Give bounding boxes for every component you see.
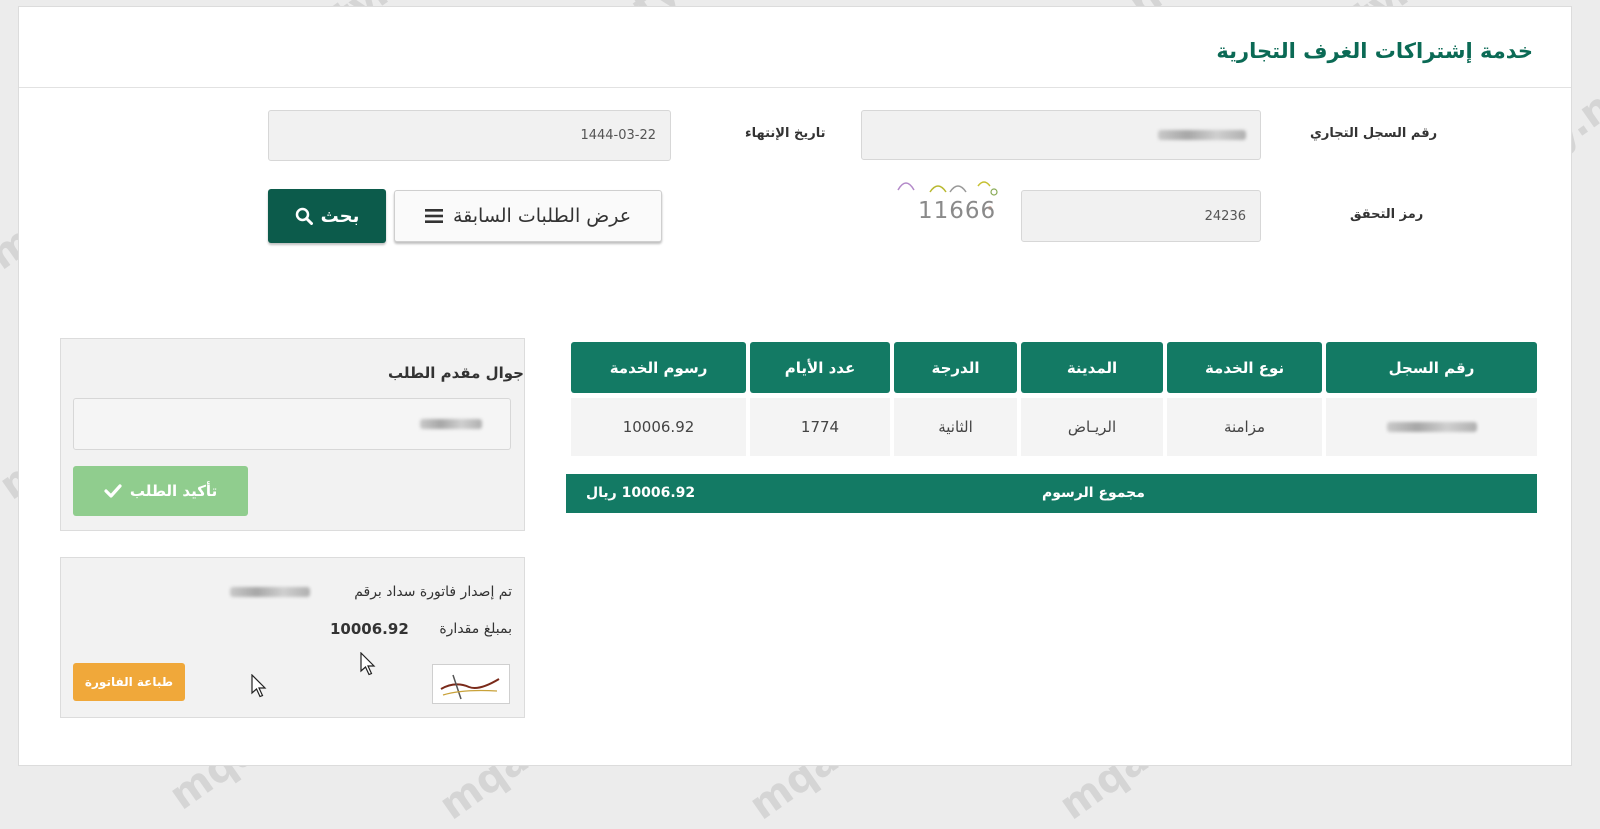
previous-requests-button[interactable]: عرض الطلبات السابقة (394, 190, 662, 242)
mouse-cursor-icon (360, 652, 376, 676)
expiry-date-value: 1444-03-22 (580, 128, 656, 143)
cell-days: 1774 (750, 398, 890, 456)
captcha-text: 11666 (918, 198, 997, 224)
confirm-request-label: تأكيد الطلب (129, 482, 218, 500)
col-header-days: عدد الأيام (750, 342, 890, 393)
print-invoice-button[interactable]: طباعة الفاتورة (73, 663, 185, 701)
expiry-date-field[interactable]: 1444-03-22 (268, 110, 671, 161)
expiry-date-label: تاريخ الإنتهاء (745, 126, 826, 141)
search-label: بحث (320, 205, 360, 227)
redacted-value (230, 587, 310, 597)
invoice-amount-line: بمبلغ مقدارة 10006.92 (330, 620, 512, 638)
cr-number-label: رقم السجل التجاري (1310, 126, 1438, 141)
invoice-issued-text: تم إصدار فاتورة سداد برقم (354, 584, 512, 600)
invoice-issued-line: تم إصدار فاتورة سداد برقم (230, 584, 512, 600)
list-icon (424, 209, 443, 223)
total-fees-label: مجموع الرسوم (1042, 485, 1145, 501)
invoice-amount-label: بمبلغ مقدارة (439, 621, 512, 637)
invoice-amount-value: 10006.92 (330, 620, 409, 638)
col-header-cr-number: رقم السجل (1326, 342, 1537, 393)
print-invoice-label: طباعة الفاتورة (84, 675, 174, 689)
captcha-label: رمز التحقق (1350, 207, 1424, 222)
title-divider (19, 87, 1571, 88)
captcha-image: 11666 (890, 178, 1010, 226)
applicant-mobile-field[interactable] (73, 398, 511, 450)
captcha-input-value: 24236 (1204, 208, 1246, 224)
col-header-city: المدينة (1021, 342, 1163, 393)
sadad-logo (432, 664, 510, 704)
mouse-cursor-icon (251, 674, 267, 698)
cell-fee: 10006.92 (571, 398, 746, 456)
cr-number-field[interactable] (861, 110, 1261, 160)
total-fees-bar: مجموع الرسوم 10006.92 ريال (566, 474, 1537, 513)
cell-cr-number (1326, 398, 1537, 456)
captcha-input[interactable]: 24236 (1021, 190, 1261, 242)
col-header-service-type: نوع الخدمة (1167, 342, 1322, 393)
confirm-request-button[interactable]: تأكيد الطلب (73, 466, 248, 516)
redacted-value (420, 419, 482, 429)
redacted-value (1158, 130, 1246, 140)
check-icon (104, 484, 122, 498)
col-header-grade: الدرجة (894, 342, 1017, 393)
page-title: خدمة إشتراكات الغرف التجارية (1216, 39, 1533, 63)
col-header-fee: رسوم الخدمة (571, 342, 746, 393)
cell-city: الريـاض (1021, 398, 1163, 456)
applicant-mobile-label: جوال مقدم الطلب (388, 364, 524, 382)
sadad-logo-mark (440, 674, 500, 700)
redacted-value (1386, 422, 1477, 432)
cell-grade: الثانية (894, 398, 1017, 456)
total-fees-value: 10006.92 ريال (586, 485, 696, 501)
search-icon (295, 207, 313, 225)
previous-requests-label: عرض الطلبات السابقة (452, 205, 632, 227)
cell-service-type: مزامنة (1167, 398, 1322, 456)
search-button[interactable]: بحث (268, 189, 386, 243)
